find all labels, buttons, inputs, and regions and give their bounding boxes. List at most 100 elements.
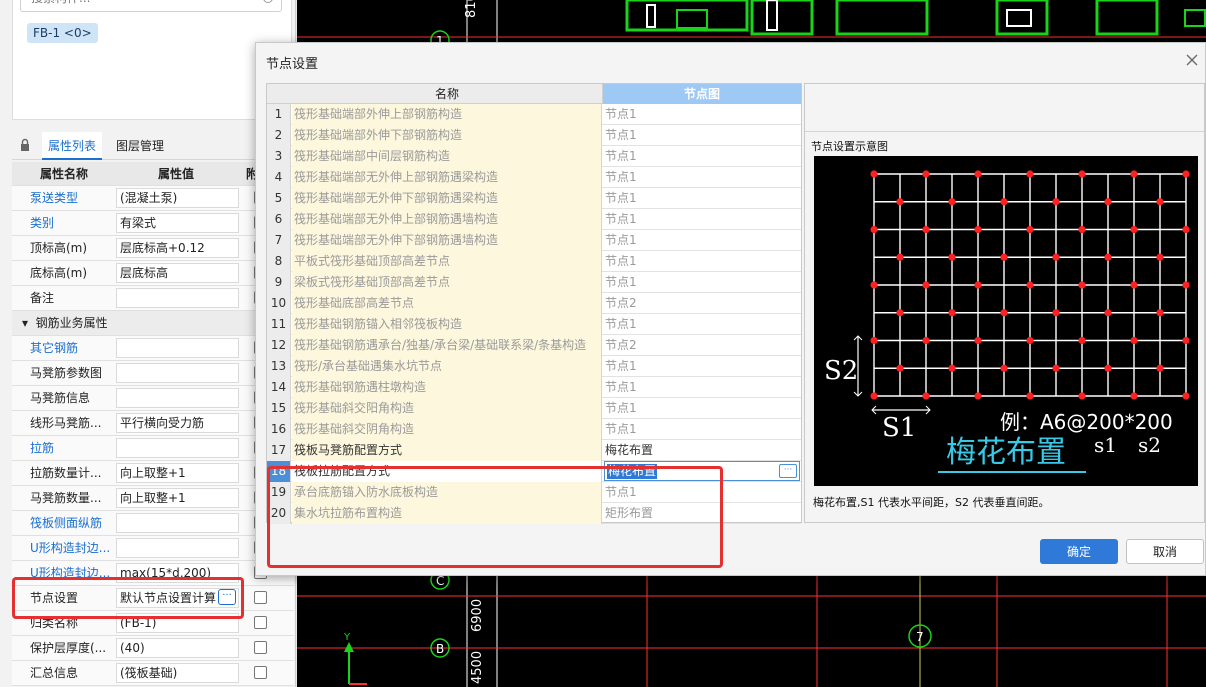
grid-row[interactable]: 15 筏形基础斜交阳角构造 节点1	[267, 398, 801, 419]
property-row[interactable]: 类别 有梁式	[12, 211, 294, 236]
node-value-editor-text[interactable]: 梅花布置	[607, 464, 658, 479]
grid-row-node[interactable]: 节点1	[603, 104, 801, 125]
attach-checkbox[interactable]	[254, 641, 267, 654]
grid-row[interactable]: 19 承台底筋锚入防水底板构造 节点1	[267, 482, 801, 503]
grid-row[interactable]: 1 筏形基础端部外伸上部钢筋构造 节点1	[267, 104, 801, 125]
grid-row-name[interactable]: 集水坑拉筋布置构造	[292, 503, 602, 524]
grid-row-number[interactable]: 8	[267, 251, 291, 272]
grid-row[interactable]: 16 筏形基础斜交阴角构造 节点1	[267, 419, 801, 440]
grid-row-number[interactable]: 3	[267, 146, 291, 167]
property-row[interactable]: 马凳筋数量... 向上取整+1	[12, 486, 294, 511]
property-row[interactable]: 备注	[12, 286, 294, 311]
property-row[interactable]: 线形马凳筋... 平行横向受力筋	[12, 411, 294, 436]
property-row[interactable]: 拉筋数量计... 向上取整+1	[12, 461, 294, 486]
property-value-field[interactable]: (FB-1)	[116, 613, 239, 633]
grid-row-name[interactable]: 筏形基础钢筋遇柱墩构造	[292, 377, 602, 398]
property-value-field[interactable]	[116, 288, 239, 308]
node-value-ellipsis-button[interactable]: ···	[779, 464, 797, 478]
grid-row[interactable]: 3 筏形基础端部中间层钢筋构造 节点1	[267, 146, 801, 167]
close-icon[interactable]	[1185, 53, 1199, 67]
property-row[interactable]: 马凳筋信息	[12, 386, 294, 411]
grid-row-node[interactable]: 节点1	[603, 125, 801, 146]
grid-row-number[interactable]: 12	[267, 335, 291, 356]
grid-row-node[interactable]: 梅花布置	[603, 440, 801, 461]
grid-row-number[interactable]: 17	[267, 440, 291, 461]
grid-row[interactable]: 4 筏形基础端部无外伸上部钢筋遇梁构造 节点1	[267, 167, 801, 188]
grid-row[interactable]: 9 梁板式筏形基础顶部高差节点 节点1	[267, 272, 801, 293]
grid-row-number[interactable]: 7	[267, 230, 291, 251]
grid-row-node[interactable]: 节点2	[603, 335, 801, 356]
property-value-field[interactable]: 平行横向受力筋	[116, 413, 239, 433]
grid-row-number[interactable]: 20	[267, 503, 291, 524]
property-row[interactable]: 拉筋	[12, 436, 294, 461]
property-row[interactable]: 底标高(m) 层底标高	[12, 261, 294, 286]
grid-row-number[interactable]: 5	[267, 188, 291, 209]
grid-row-node[interactable]: 节点1	[603, 482, 801, 503]
property-value-field[interactable]: max(15*d,200)	[116, 563, 239, 583]
cancel-button[interactable]: 取消	[1126, 539, 1204, 564]
property-value-field[interactable]	[116, 438, 239, 458]
grid-row-node[interactable]: 节点1	[603, 230, 801, 251]
lock-icon[interactable]	[20, 138, 30, 152]
grid-row-number[interactable]: 10	[267, 293, 291, 314]
tab-layer-management[interactable]: 图层管理	[110, 132, 170, 160]
grid-row-name[interactable]: 筏板拉筋配置方式	[292, 461, 602, 482]
property-name[interactable]: 泵送类型	[30, 186, 118, 210]
component-chip-fb1[interactable]: FB-1 <0>	[27, 23, 98, 43]
grid-row[interactable]: 18 筏板拉筋配置方式 梅花布置 ···	[267, 461, 801, 482]
property-value-field[interactable]: 向上取整+1	[116, 463, 239, 483]
grid-row-number[interactable]: 1	[267, 104, 291, 125]
grid-row-name[interactable]: 梁板式筏形基础顶部高差节点	[292, 272, 602, 293]
grid-row[interactable]: 20 集水坑拉筋布置构造 矩形布置	[267, 503, 801, 524]
attach-checkbox[interactable]	[254, 666, 267, 679]
grid-row-node[interactable]: 节点1	[603, 419, 801, 440]
node-setting-ellipsis-button[interactable]: ···	[218, 589, 236, 605]
grid-row-number[interactable]: 4	[267, 167, 291, 188]
grid-row-name[interactable]: 筏形基础钢筋锚入相邻筏板构造	[292, 314, 602, 335]
property-name[interactable]: 类别	[30, 211, 118, 235]
grid-row-name[interactable]: 筏形基础斜交阳角构造	[292, 398, 602, 419]
ok-button[interactable]: 确定	[1040, 539, 1118, 564]
grid-row-number[interactable]: 15	[267, 398, 291, 419]
property-row[interactable]: U形构造封边...	[12, 536, 294, 561]
grid-row[interactable]: 11 筏形基础钢筋锚入相邻筏板构造 节点1	[267, 314, 801, 335]
grid-row-number[interactable]: 13	[267, 356, 291, 377]
property-value-field[interactable]	[116, 338, 239, 358]
property-value-field[interactable]	[116, 388, 239, 408]
grid-row-number[interactable]: 18	[267, 461, 291, 482]
grid-row-name[interactable]: 筏形基础端部中间层钢筋构造	[292, 146, 602, 167]
property-name[interactable]: 其它钢筋	[30, 336, 118, 360]
search-input[interactable]	[31, 0, 251, 5]
grid-row-node[interactable]: 节点1	[603, 251, 801, 272]
grid-row-node[interactable]: 节点1	[603, 377, 801, 398]
property-row[interactable]: 泵送类型 (混凝土泵)	[12, 186, 294, 211]
grid-row-name[interactable]: 筏形基础端部无外伸下部钢筋遇梁构造	[292, 188, 602, 209]
property-name[interactable]: 筏板侧面纵筋	[30, 511, 118, 535]
property-row[interactable]: 其它钢筋	[12, 336, 294, 361]
grid-row-name[interactable]: 平板式筏形基础顶部高差节点	[292, 251, 602, 272]
property-value-field[interactable]: 有梁式	[116, 213, 239, 233]
property-value-field[interactable]	[116, 513, 239, 533]
grid-row-number[interactable]: 14	[267, 377, 291, 398]
grid-row-number[interactable]: 11	[267, 314, 291, 335]
grid-row[interactable]: 14 筏形基础钢筋遇柱墩构造 节点1	[267, 377, 801, 398]
property-name[interactable]: 拉筋	[30, 436, 118, 460]
grid-row-node[interactable]: 节点1	[603, 146, 801, 167]
property-value-field[interactable]: 层底标高	[116, 263, 239, 283]
grid-row-name[interactable]: 承台底筋锚入防水底板构造	[292, 482, 602, 503]
grid-row[interactable]: 17 筏板马凳筋配置方式 梅花布置	[267, 440, 801, 461]
grid-row-node[interactable]: 节点1	[603, 356, 801, 377]
property-value-field[interactable]: 层底标高+0.12	[116, 238, 239, 258]
tab-property-list[interactable]: 属性列表	[42, 132, 103, 160]
grid-row[interactable]: 10 筏形基础底部高差节点 节点2	[267, 293, 801, 314]
grid-row-name[interactable]: 筏形基础端部无外伸上部钢筋遇梁构造	[292, 167, 602, 188]
grid-row-number[interactable]: 16	[267, 419, 291, 440]
grid-row-name[interactable]: 筏形基础底部高差节点	[292, 293, 602, 314]
grid-row[interactable]: 7 筏形基础端部无外伸下部钢筋遇墙构造 节点1	[267, 230, 801, 251]
grid-row-name[interactable]: 筏形基础端部外伸上部钢筋构造	[292, 104, 602, 125]
grid-row-name[interactable]: 筏形基础端部无外伸下部钢筋遇墙构造	[292, 230, 602, 251]
property-row[interactable]: 马凳筋参数图	[12, 361, 294, 386]
grid-row-node[interactable]: 节点1	[603, 314, 801, 335]
grid-row-node[interactable]: 矩形布置	[603, 503, 801, 524]
property-name[interactable]: U形构造封边...	[30, 561, 118, 585]
